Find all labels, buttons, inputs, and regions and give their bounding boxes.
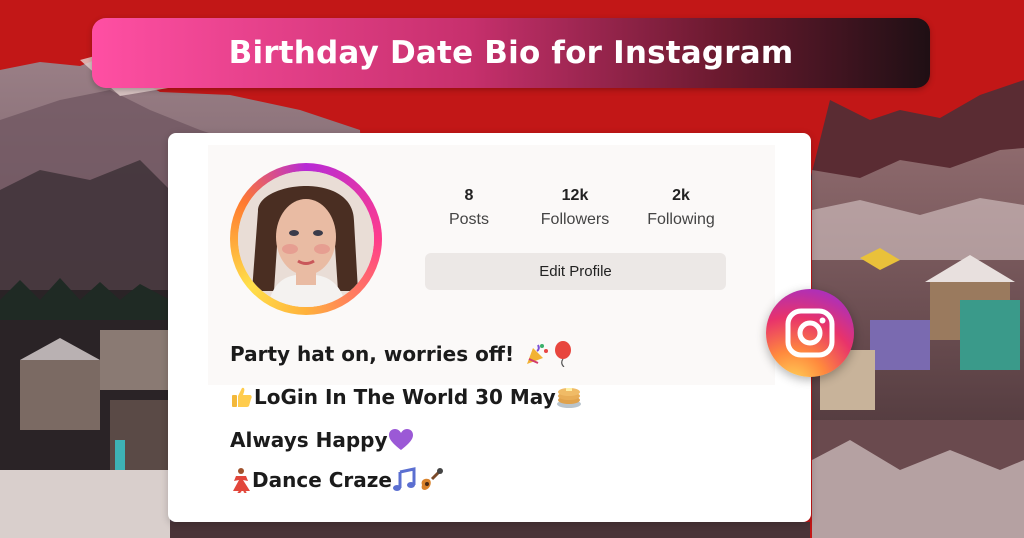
instagram-icon bbox=[785, 308, 835, 358]
bio-line-4: Dance Craze bbox=[230, 467, 444, 493]
followers-label: Followers bbox=[540, 211, 610, 228]
bio-line-2-text: LoGin In The World 30 May bbox=[254, 385, 556, 409]
bio-line-2: LoGin In The World 30 May bbox=[230, 385, 582, 409]
avatar-portrait bbox=[238, 171, 374, 307]
edit-profile-button[interactable]: Edit Profile bbox=[425, 253, 726, 290]
profile-card: 8 Posts 12k Followers 2k Following Edit … bbox=[168, 133, 811, 522]
avatar[interactable] bbox=[238, 171, 374, 307]
bio-line-1: Party hat on, worries off! bbox=[230, 341, 574, 367]
title-banner: Birthday Date Bio for Instagram bbox=[92, 18, 930, 88]
posts-count: 8 bbox=[464, 187, 474, 204]
dancer-icon bbox=[233, 468, 250, 493]
guitar-icon bbox=[421, 468, 443, 490]
instagram-badge bbox=[766, 289, 854, 377]
followers-count: 12k bbox=[561, 187, 589, 204]
bio-line-4-text: Dance Craze bbox=[252, 468, 392, 492]
bio-line-3: Always Happy bbox=[230, 428, 414, 452]
bio-line-3-text: Always Happy bbox=[230, 428, 388, 452]
bio-line-1-text: Party hat on, worries off! bbox=[230, 342, 515, 366]
page-title: Birthday Date Bio for Instagram bbox=[228, 35, 794, 71]
music-notes-icon bbox=[392, 467, 416, 491]
party-popper-icon bbox=[527, 344, 549, 364]
posts-label: Posts bbox=[448, 211, 489, 228]
pancakes-icon bbox=[556, 388, 581, 408]
following-count: 2k bbox=[672, 187, 690, 204]
stat-followers[interactable]: 12k Followers bbox=[520, 187, 630, 229]
purple-heart-icon bbox=[388, 429, 413, 450]
stat-posts[interactable]: 8 Posts bbox=[414, 187, 524, 229]
balloon-icon bbox=[555, 341, 572, 367]
stat-following[interactable]: 2k Following bbox=[626, 187, 736, 229]
following-label: Following bbox=[647, 211, 715, 228]
thumbs-up-icon bbox=[232, 387, 252, 407]
